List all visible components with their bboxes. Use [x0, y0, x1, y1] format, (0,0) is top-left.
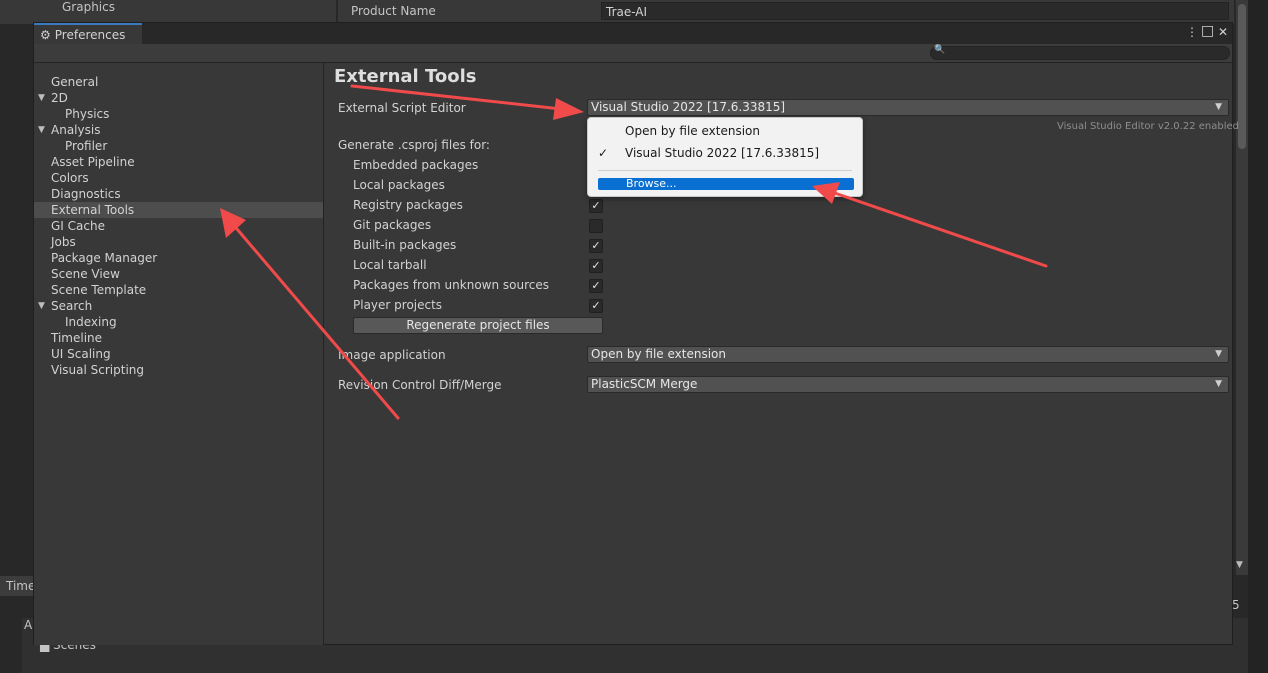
- sidebar-item-label: 2D: [51, 91, 68, 105]
- script-editor-label: External Script Editor: [338, 101, 466, 115]
- browse-menu-item[interactable]: Browse...: [598, 178, 854, 190]
- image-application-dropdown[interactable]: Open by file extension ▼: [587, 346, 1229, 363]
- image-application-label: Image application: [338, 348, 446, 362]
- sidebar-item-label: Jobs: [51, 235, 76, 249]
- sidebar-item-label: GI Cache: [51, 219, 105, 233]
- sidebar-item-ui-scaling[interactable]: UI Scaling: [34, 346, 323, 362]
- popup-item-open-by-extension[interactable]: Open by file extension: [588, 121, 862, 141]
- maximize-icon[interactable]: □: [1201, 23, 1214, 39]
- sidebar-item-label: Physics: [65, 107, 110, 121]
- sidebar-item-label: Search: [51, 299, 93, 313]
- sidebar-item-label: Colors: [51, 171, 89, 185]
- csproj-option-checkbox[interactable]: ✓: [589, 199, 603, 213]
- expand-triangle-icon[interactable]: ▼: [38, 122, 45, 138]
- sidebar-item-label: General: [51, 75, 99, 89]
- csproj-header: Generate .csproj files for:: [338, 138, 490, 152]
- sidebar-item-label: Visual Scripting: [51, 363, 144, 377]
- sidebar-item-label: Analysis: [51, 123, 101, 137]
- sidebar-item-colors[interactable]: Colors: [34, 170, 323, 186]
- close-icon[interactable]: ✕: [1218, 25, 1228, 39]
- script-editor-dropdown[interactable]: Visual Studio 2022 [17.6.33815] ▼: [587, 99, 1229, 116]
- csproj-option-label: Packages from unknown sources: [353, 278, 549, 292]
- csproj-option-label: Local tarball: [353, 258, 427, 272]
- csproj-option-label: Built-in packages: [353, 238, 457, 252]
- csproj-option-checkbox[interactable]: ✓: [589, 259, 603, 273]
- sidebar-item-scene-view[interactable]: Scene View: [34, 266, 323, 282]
- popup-separator: [598, 170, 852, 171]
- popup-item-visual-studio[interactable]: ✓ Visual Studio 2022 [17.6.33815]: [588, 143, 862, 163]
- sidebar-item-label: Scene View: [51, 267, 120, 281]
- csproj-option-label: Local packages: [353, 178, 445, 192]
- window-title: Preferences: [54, 27, 126, 42]
- sidebar-item-label: Indexing: [65, 315, 117, 329]
- sidebar-item-profiler[interactable]: Profiler: [34, 138, 323, 154]
- sidebar-item-timeline[interactable]: Timeline: [34, 330, 323, 346]
- sidebar-item-general[interactable]: General: [34, 74, 323, 90]
- sidebar-item-label: Timeline: [51, 331, 103, 345]
- csproj-option-label: Registry packages: [353, 198, 463, 212]
- sidebar-item-label: Profiler: [65, 139, 108, 153]
- chevron-down-icon: ▼: [1215, 102, 1222, 112]
- search-input[interactable]: [930, 46, 1230, 60]
- sidebar-item-label: Asset Pipeline: [51, 155, 135, 169]
- project-browser-label: A: [24, 618, 33, 632]
- csproj-option-checkbox[interactable]: [589, 219, 603, 233]
- revision-control-label: Revision Control Diff/Merge: [338, 378, 502, 392]
- checkmark-icon: ✓: [598, 146, 609, 160]
- regenerate-project-files-button[interactable]: Regenerate project files: [353, 317, 603, 334]
- chevron-down-icon: ▼: [1215, 349, 1222, 359]
- popup-item-label: Visual Studio 2022 [17.6.33815]: [625, 146, 820, 160]
- window-tab-bar: [34, 23, 1232, 44]
- product-name-label: Product Name: [351, 4, 436, 18]
- window-menu-icon[interactable]: ⋮: [1186, 25, 1198, 39]
- preferences-tab[interactable]: ⚙ Preferences: [34, 23, 142, 44]
- sidebar-item-label: Diagnostics: [51, 187, 121, 201]
- sidebar-item-scene-template[interactable]: Scene Template: [34, 282, 323, 298]
- csproj-option-label: Git packages: [353, 218, 432, 232]
- sidebar-item-asset-pipeline[interactable]: Asset Pipeline: [34, 154, 323, 170]
- project-settings-panel: [0, 0, 336, 24]
- expand-triangle-icon[interactable]: ▼: [38, 298, 45, 314]
- zoom-value: 5: [1232, 598, 1240, 612]
- project-settings-item-graphics[interactable]: Graphics: [62, 0, 115, 14]
- editor-version-note: Visual Studio Editor v2.0.22 enabled: [1057, 121, 1239, 132]
- csproj-option-label: Embedded packages: [353, 158, 479, 172]
- preferences-sidebar: General ▼ 2D Physics ▼ Analysis Profiler Asset …: [34, 63, 324, 645]
- gear-icon: ⚙: [40, 27, 51, 42]
- sidebar-item-2d[interactable]: ▼ 2D: [34, 90, 323, 106]
- popup-item-label: Open by file extension: [625, 124, 760, 138]
- inspector-scrollbar-thumb[interactable]: [1238, 4, 1246, 149]
- sidebar-item-external-tools[interactable]: External Tools: [34, 202, 323, 218]
- script-editor-popup-menu: Open by file extension ✓ Visual Studio 2…: [587, 117, 863, 197]
- product-name-field[interactable]: Trae-AI: [601, 2, 1229, 20]
- image-application-value: Open by file extension: [591, 347, 726, 361]
- revision-control-value: PlasticSCM Merge: [591, 377, 698, 391]
- csproj-option-checkbox[interactable]: ✓: [589, 239, 603, 253]
- search-icon: 🔍: [934, 45, 946, 55]
- scroll-down-arrow-icon[interactable]: ▼: [1236, 560, 1243, 570]
- sidebar-item-package-manager[interactable]: Package Manager: [34, 250, 323, 266]
- right-edge-strip: [1248, 0, 1268, 673]
- sidebar-item-label: Scene Template: [51, 283, 147, 297]
- sidebar-item-physics[interactable]: Physics: [34, 106, 323, 122]
- sidebar-item-label: External Tools: [51, 203, 135, 217]
- sidebar-item-gi-cache[interactable]: GI Cache: [34, 218, 323, 234]
- csproj-option-label: Player projects: [353, 298, 443, 312]
- sidebar-item-visual-scripting[interactable]: Visual Scripting: [34, 362, 323, 378]
- csproj-option-checkbox[interactable]: ✓: [589, 299, 603, 313]
- sidebar-item-jobs[interactable]: Jobs: [34, 234, 323, 250]
- page-title: External Tools: [334, 66, 477, 87]
- script-editor-value: Visual Studio 2022 [17.6.33815]: [591, 100, 786, 114]
- chevron-down-icon: ▼: [1215, 379, 1222, 389]
- sidebar-item-indexing[interactable]: Indexing: [34, 314, 323, 330]
- revision-control-dropdown[interactable]: PlasticSCM Merge ▼: [587, 376, 1229, 393]
- sidebar-item-diagnostics[interactable]: Diagnostics: [34, 186, 323, 202]
- sidebar-item-label: UI Scaling: [51, 347, 111, 361]
- sidebar-item-label: Package Manager: [51, 251, 158, 265]
- sidebar-item-search[interactable]: ▼ Search: [34, 298, 323, 314]
- expand-triangle-icon[interactable]: ▼: [38, 90, 45, 106]
- csproj-option-checkbox[interactable]: ✓: [589, 279, 603, 293]
- sidebar-item-analysis[interactable]: ▼ Analysis: [34, 122, 323, 138]
